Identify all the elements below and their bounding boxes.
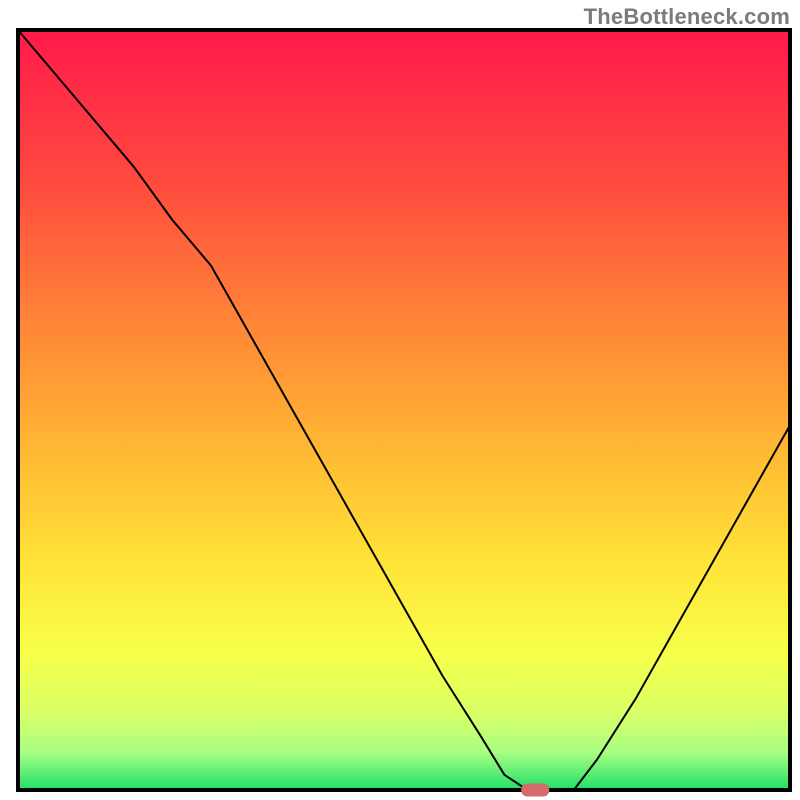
plot-background (18, 30, 790, 790)
bottleneck-chart (0, 0, 800, 800)
chart-container: TheBottleneck.com (0, 0, 800, 800)
watermark-text: TheBottleneck.com (584, 4, 790, 30)
optimal-marker (521, 784, 549, 797)
